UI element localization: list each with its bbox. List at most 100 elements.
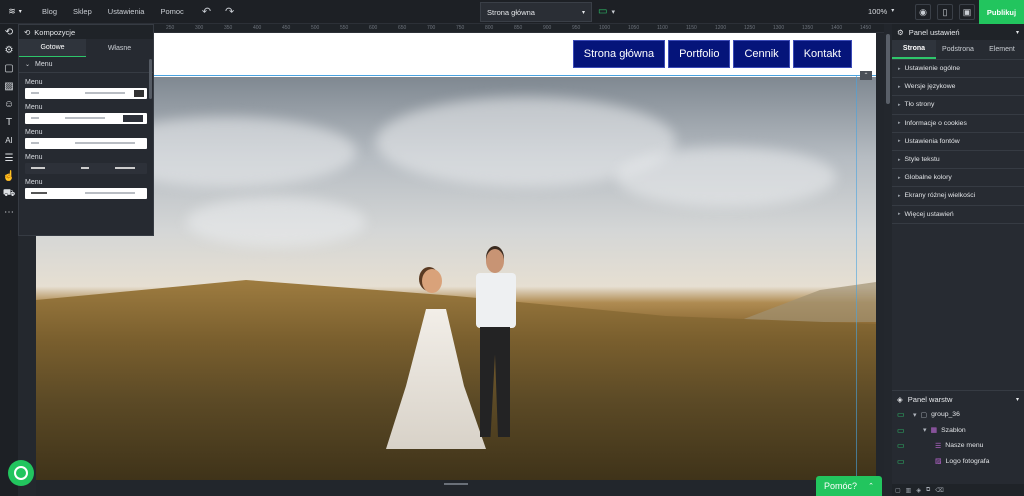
composition-item[interactable]: Menu bbox=[25, 154, 147, 174]
expand-icon[interactable]: ▾ bbox=[913, 411, 917, 419]
expand-icon[interactable]: ▾ bbox=[923, 426, 927, 434]
ruler-tick: 1400 bbox=[831, 25, 843, 31]
ai-icon[interactable]: AI bbox=[2, 134, 16, 146]
caret-right-icon: ▸ bbox=[898, 156, 901, 163]
template-icon: ▦ bbox=[930, 427, 938, 435]
collapse-icon[interactable]: ⌃ bbox=[860, 71, 872, 80]
chevron-down-icon[interactable]: ▾ bbox=[1016, 396, 1019, 403]
settings-icon: ⚙ bbox=[897, 27, 904, 37]
nav-contact-button[interactable]: Kontakt bbox=[792, 40, 852, 68]
ruler-tick: 600 bbox=[369, 25, 378, 31]
publish-button[interactable]: Publikuj bbox=[979, 0, 1024, 24]
compositions-icon[interactable]: ⟲ bbox=[2, 26, 16, 38]
help-button[interactable]: Pomóc? ⌃ bbox=[816, 476, 882, 496]
ruler-tick: 1450 bbox=[860, 25, 872, 31]
undo-redo: ↶ ↷ bbox=[202, 5, 234, 18]
tab-strona[interactable]: Strona bbox=[892, 40, 936, 59]
tab-podstrona[interactable]: Podstrona bbox=[936, 40, 980, 59]
composition-thumbnail bbox=[25, 188, 147, 199]
scrollbar[interactable] bbox=[149, 59, 152, 99]
resize-handle[interactable] bbox=[444, 483, 468, 485]
settings-tabs: Strona Podstrona Element bbox=[892, 40, 1024, 60]
help-label: Pomóc? bbox=[824, 481, 858, 491]
layer-row[interactable]: ▭ ☰ Nasze menu bbox=[892, 438, 1024, 454]
menu-ustawienia[interactable]: Ustawienia bbox=[100, 7, 153, 16]
settings-item[interactable]: ▸ Wersje językowe bbox=[892, 78, 1024, 97]
delete-icon[interactable]: ⌫ bbox=[935, 487, 943, 494]
composition-item[interactable]: Menu bbox=[25, 129, 147, 149]
ruler-tick: 300 bbox=[195, 25, 204, 31]
compositions-tabs: Gotowe Własne bbox=[19, 39, 153, 57]
nav-home-button[interactable]: Strona główna bbox=[572, 40, 666, 68]
text-icon[interactable]: T bbox=[2, 116, 16, 128]
page-select[interactable]: Strona główna ▾ bbox=[480, 2, 592, 22]
layers-stack-icon[interactable]: ◈ bbox=[916, 487, 921, 494]
more-icon[interactable]: ⋯ bbox=[2, 206, 16, 218]
scrollbar-thumb[interactable] bbox=[886, 34, 890, 104]
hero-photo[interactable] bbox=[36, 77, 876, 480]
top-bar: ≋ ▾ Blog Sklep Ustawienia Pomoc ↶ ↷ Stron… bbox=[0, 0, 1024, 24]
tab-wlasne[interactable]: Własne bbox=[86, 39, 153, 57]
ruler-tick: 350 bbox=[224, 25, 233, 31]
nav-pricing-button[interactable]: Cennik bbox=[733, 40, 790, 68]
settings-item[interactable]: ▸ Globalne kolory bbox=[892, 169, 1024, 188]
horizontal-ruler: 250 300 350 400 450 500 550 600 650 700 … bbox=[154, 24, 884, 33]
menu-sklep[interactable]: Sklep bbox=[65, 7, 100, 16]
hand-icon[interactable]: ☝ bbox=[2, 170, 16, 182]
layers-panel: ◈ Panel warstw ▾ ▭ ▾ ▢ group_36 ▭ ▾ ▦ Sza… bbox=[892, 390, 1024, 496]
layer-row[interactable]: ▭ ▾ ▢ group_36 bbox=[892, 407, 1024, 423]
zoom-control[interactable]: 100% ▾ bbox=[868, 7, 894, 16]
redo-icon[interactable]: ↷ bbox=[225, 5, 234, 18]
settings-gear-icon[interactable]: ⚙ bbox=[2, 44, 16, 56]
caret-right-icon: ▸ bbox=[898, 83, 901, 90]
composition-item[interactable]: Menu bbox=[25, 179, 147, 199]
undo-icon[interactable]: ↶ bbox=[202, 5, 211, 18]
settings-item[interactable]: ▸ Informacje o cookies bbox=[892, 115, 1024, 133]
page-canvas[interactable]: Strona główna Portfolio Cennik Kontakt bbox=[36, 33, 876, 480]
settings-item[interactable]: ▸ Style tekstu bbox=[892, 151, 1024, 170]
device-select[interactable]: ▭ ▾ bbox=[598, 6, 615, 17]
emoji-icon[interactable]: ☺ bbox=[2, 98, 16, 110]
tab-element[interactable]: Element bbox=[980, 40, 1024, 59]
settings-item[interactable]: ▸ Ustawienia fontów bbox=[892, 133, 1024, 151]
nav-portfolio-button[interactable]: Portfolio bbox=[668, 40, 731, 68]
layer-label: Szablon bbox=[941, 426, 966, 434]
layer-row[interactable]: ▭ ▾ ▦ Szablon bbox=[892, 423, 1024, 439]
composition-list: Menu Menu Menu Menu Menu bbox=[19, 73, 153, 199]
ruler-tick: 750 bbox=[456, 25, 465, 31]
preview-eye-icon[interactable]: ◉ bbox=[915, 4, 931, 20]
group-icon[interactable]: ▥ bbox=[906, 487, 912, 494]
settings-item[interactable]: ▸ Ekrany różnej wielkości bbox=[892, 187, 1024, 206]
ruler-tick: 1050 bbox=[628, 25, 640, 31]
top-menu: Blog Sklep Ustawienia Pomoc bbox=[34, 7, 192, 16]
settings-item[interactable]: ▸ Ustawienie ogólne bbox=[892, 60, 1024, 79]
chevron-down-icon[interactable]: ▾ bbox=[1016, 29, 1019, 36]
section-menu[interactable]: ⌄ Menu bbox=[19, 57, 153, 73]
menu-blog[interactable]: Blog bbox=[34, 7, 65, 16]
menu-icon: ☰ bbox=[935, 442, 942, 450]
mobile-preview-icon[interactable]: ▯ bbox=[937, 4, 953, 20]
monitor-icon: ▭ bbox=[897, 425, 905, 435]
add-icon[interactable]: ▢ bbox=[895, 487, 901, 494]
box-icon[interactable]: ▢ bbox=[2, 62, 16, 74]
settings-item[interactable]: ▸ Tło strony bbox=[892, 96, 1024, 115]
menu-pomoc[interactable]: Pomoc bbox=[152, 7, 191, 16]
app-logo[interactable]: ≋ ▾ bbox=[0, 0, 30, 24]
caret-right-icon: ▸ bbox=[898, 192, 901, 199]
help-circle bbox=[14, 466, 28, 480]
menu-lines-icon[interactable]: ☰ bbox=[2, 152, 16, 164]
caret-right-icon: ▸ bbox=[898, 101, 901, 108]
composition-item[interactable]: Menu bbox=[25, 79, 147, 99]
tab-gotowe[interactable]: Gotowe bbox=[19, 39, 86, 57]
cart-icon[interactable]: ⛟ bbox=[2, 188, 16, 200]
composition-item[interactable]: Menu bbox=[25, 104, 147, 124]
canvas-scrollbar[interactable] bbox=[884, 34, 892, 480]
help-chat-icon[interactable] bbox=[8, 460, 34, 486]
copy-icon[interactable]: ⧉ bbox=[926, 487, 930, 494]
ruler-tick: 850 bbox=[514, 25, 523, 31]
layer-row[interactable]: ▭ ▨ Logo fotografa bbox=[892, 454, 1024, 470]
image-icon[interactable]: ▨ bbox=[2, 80, 16, 92]
settings-item[interactable]: ▸ Więcej ustawień bbox=[892, 206, 1024, 224]
save-icon[interactable]: ▣ bbox=[959, 4, 975, 20]
site-nav: Strona główna Portfolio Cennik Kontakt bbox=[36, 33, 876, 76]
